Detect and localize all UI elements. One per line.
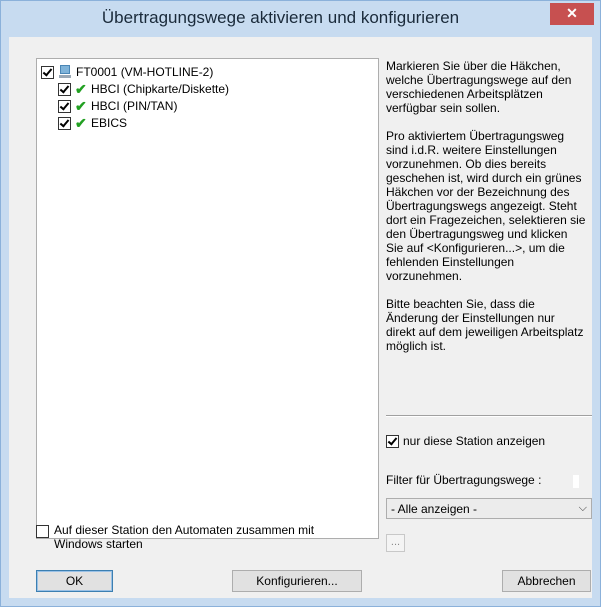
- autostart-checkbox[interactable]: [36, 525, 49, 538]
- dialog-window: Übertragungswege aktivieren und konfigur…: [0, 0, 601, 607]
- station-filter-row[interactable]: nur diese Station anzeigen: [386, 434, 545, 448]
- green-check-icon: ✔: [75, 114, 87, 131]
- tree-item-label: FT0001 (VM-HOTLINE-2): [76, 65, 214, 79]
- tree-item-hbci-chipkarte[interactable]: ✔ HBCI (Chipkarte/Diskette): [58, 81, 229, 97]
- divider: [386, 415, 592, 417]
- cancel-button[interactable]: Abbrechen: [502, 570, 591, 592]
- help-paragraph: Pro aktiviertem Übertragungsweg sind i.d…: [386, 129, 586, 283]
- help-paragraph: Bitte beachten Sie, dass die Änderung de…: [386, 297, 584, 353]
- configure-button[interactable]: Konfigurieren...: [232, 570, 362, 592]
- station-filter-label: nur diese Station anzeigen: [403, 434, 546, 448]
- computer-icon: [58, 65, 72, 79]
- tree-item-label: HBCI (Chipkarte/Diskette): [91, 82, 230, 96]
- dialog-body: FT0001 (VM-HOTLINE-2) ✔ HBCI (Chipkarte/…: [9, 37, 592, 598]
- filter-label: Filter für Übertragungswege :: [386, 473, 542, 487]
- green-check-icon: ✔: [75, 97, 87, 114]
- hbci-pintan-checkbox[interactable]: [58, 99, 71, 113]
- hbci-chipkarte-checkbox[interactable]: [58, 82, 71, 96]
- help-text: Markieren Sie über die Häkchen, welche Ü…: [386, 59, 586, 367]
- autostart-label: Auf dieser Station den Automaten zusamme…: [54, 523, 314, 551]
- autostart-row[interactable]: Auf dieser Station den Automaten zusamme…: [36, 523, 314, 551]
- title-bar[interactable]: Übertragungswege aktivieren und konfigur…: [1, 1, 600, 37]
- filter-swatch: [573, 475, 579, 488]
- tree-item-ebics[interactable]: ✔ EBICS: [58, 115, 127, 131]
- autostart-label-line2: Windows starten: [54, 537, 143, 551]
- close-button[interactable]: ✕: [550, 3, 594, 25]
- chevron-down-icon: ⌵: [578, 502, 587, 514]
- tree-item-hbci-pintan[interactable]: ✔ HBCI (PIN/TAN): [58, 98, 177, 114]
- root-checkbox[interactable]: [41, 65, 54, 79]
- help-paragraph: Markieren Sie über die Häkchen, welche Ü…: [386, 59, 572, 115]
- window-title: Übertragungswege aktivieren und konfigur…: [101, 8, 460, 27]
- autostart-label-line1: Auf dieser Station den Automaten zusamme…: [54, 523, 315, 537]
- tree-item-label: EBICS: [91, 116, 128, 130]
- station-filter-checkbox[interactable]: [386, 434, 399, 448]
- tree-item-root[interactable]: FT0001 (VM-HOTLINE-2): [41, 64, 213, 80]
- ok-button[interactable]: OK: [36, 570, 113, 592]
- filter-selected-value: - Alle anzeigen -: [391, 501, 478, 516]
- filter-select[interactable]: - Alle anzeigen - ⌵: [386, 498, 592, 519]
- ebics-checkbox[interactable]: [58, 116, 71, 130]
- green-check-icon: ✔: [75, 80, 87, 97]
- transfer-ways-tree[interactable]: FT0001 (VM-HOTLINE-2) ✔ HBCI (Chipkarte/…: [36, 58, 379, 539]
- tree-item-label: HBCI (PIN/TAN): [91, 99, 178, 113]
- ellipsis-button[interactable]: ...: [386, 534, 405, 552]
